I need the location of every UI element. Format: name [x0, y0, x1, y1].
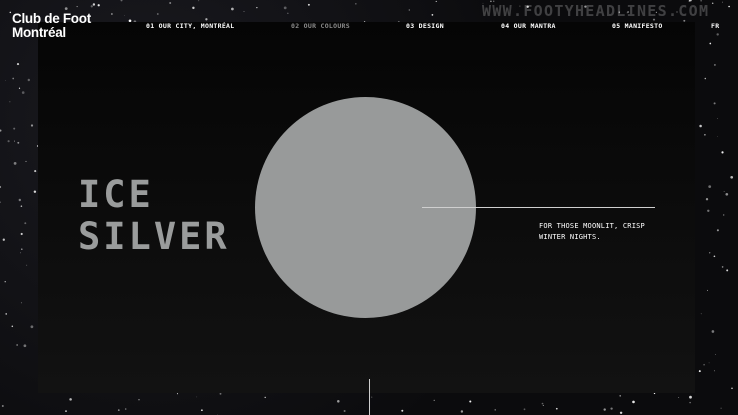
nav-item-our-colours[interactable]: 02 OUR COLOURS: [291, 22, 350, 30]
nav-item-our-mantra[interactable]: 04 OUR MANTRA: [501, 22, 556, 30]
nav-item-manifesto[interactable]: 05 MANIFESTO: [612, 22, 663, 30]
club-logo[interactable]: Club de Foot Montréal: [12, 12, 91, 40]
nav-item-design[interactable]: 03 DESIGN: [406, 22, 444, 30]
watermark: WWW.FOOTYHEADLINES.COM: [482, 2, 710, 20]
connector-line: [422, 207, 655, 208]
colour-name-line-2: SILVER: [78, 215, 230, 258]
colour-name: ICE SILVER: [78, 174, 230, 258]
logo-line-2: Montréal: [12, 25, 66, 40]
colour-description: FOR THOSE MOONLIT, CRISP WINTER NIGHTS.: [539, 222, 645, 241]
logo-line-1: Club de Foot: [12, 11, 91, 26]
page: Club de Foot Montréal WWW.FOOTYHEADLINES…: [0, 0, 738, 415]
colour-name-line-1: ICE: [78, 173, 154, 216]
nav-item-our-city[interactable]: 01 OUR CITY, MONTRÉAL: [146, 22, 234, 30]
scroll-indicator-line: [369, 379, 370, 415]
language-toggle-fr[interactable]: FR: [711, 22, 719, 30]
